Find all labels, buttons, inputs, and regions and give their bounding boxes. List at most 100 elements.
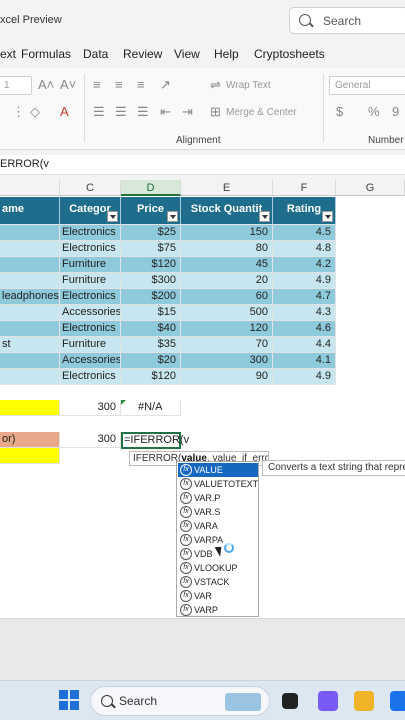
number-format-box[interactable]: General <box>329 76 405 95</box>
cell-rating[interactable]: 4.2 <box>273 257 336 273</box>
cell-category[interactable]: Electronics <box>60 289 121 305</box>
cell-highlight-yellow[interactable] <box>0 400 60 416</box>
cell-category[interactable]: Furniture <box>60 257 121 273</box>
menu-cryptosheets[interactable]: Cryptosheets <box>254 47 325 61</box>
autocomplete-item[interactable]: fx VALUETOTEXT <box>178 477 258 491</box>
autocomplete-item[interactable]: fx VAR.P <box>178 491 258 505</box>
cell-price[interactable]: $300 <box>121 273 181 289</box>
menu-data[interactable]: Data <box>83 47 108 61</box>
cell-stock[interactable]: 90 <box>181 369 273 385</box>
cell-name[interactable] <box>0 321 60 337</box>
align-middle-icon[interactable]: ≡ <box>115 77 123 92</box>
autocomplete-item[interactable]: fx VAR.S <box>178 505 258 519</box>
search-box[interactable]: Search <box>289 7 405 34</box>
cell-stock[interactable]: 60 <box>181 289 273 305</box>
cell-price[interactable]: $25 <box>121 225 181 241</box>
column-header-f[interactable]: F <box>273 180 336 196</box>
cell-value[interactable]: 300 <box>60 432 121 448</box>
menu-formulas[interactable]: Formulas <box>21 47 71 61</box>
autocomplete-item[interactable]: fx VALUE <box>178 463 258 477</box>
cell-rating[interactable]: 4.9 <box>273 369 336 385</box>
cell-rating[interactable]: 4.6 <box>273 321 336 337</box>
cell-name[interactable]: st <box>0 337 60 353</box>
cell-name[interactable] <box>0 225 60 241</box>
cell-category[interactable]: Electronics <box>60 241 121 257</box>
column-header-c[interactable]: C <box>60 180 121 196</box>
cell-stock[interactable]: 120 <box>181 321 273 337</box>
column-header-d[interactable]: D <box>121 180 181 196</box>
increase-indent-icon[interactable]: ⇥ <box>182 104 193 120</box>
cell-rating[interactable]: 4.5 <box>273 225 336 241</box>
cell-rating[interactable]: 4.9 <box>273 273 336 289</box>
cell-value[interactable]: 300 <box>60 400 121 416</box>
cell-highlight-orange[interactable]: or) <box>0 432 60 448</box>
cell-category[interactable]: Electronics <box>60 369 121 385</box>
cell-price[interactable]: $15 <box>121 305 181 321</box>
autocomplete-item[interactable]: fx VSTACK <box>178 575 258 589</box>
cell-stock[interactable]: 80 <box>181 241 273 257</box>
align-top-icon[interactable]: ≡ <box>93 77 101 92</box>
cell-stock[interactable]: 70 <box>181 337 273 353</box>
autocomplete-item[interactable]: fx VARP <box>178 603 258 617</box>
menu-view[interactable]: View <box>174 47 200 61</box>
edge-icon[interactable] <box>390 691 405 711</box>
cell-category[interactable]: Furniture <box>60 337 121 353</box>
cell-category[interactable]: Electronics <box>60 321 121 337</box>
menu-review[interactable]: Review <box>123 47 162 61</box>
merge-center-button[interactable]: Merge & Center <box>226 107 297 118</box>
column-header-e[interactable]: E <box>181 180 273 196</box>
decrease-font-icon[interactable]: A˅ <box>60 77 76 92</box>
cell-price[interactable]: $20 <box>121 353 181 369</box>
align-left-icon[interactable]: ☰ <box>93 104 105 120</box>
formula-bar[interactable]: ERROR(v <box>0 155 405 175</box>
table-header-rating[interactable]: Rating <box>273 197 336 225</box>
cell-stock[interactable]: 300 <box>181 353 273 369</box>
cell-na[interactable]: #N/A <box>121 400 181 416</box>
cell-name[interactable] <box>0 369 60 385</box>
menu-help[interactable]: Help <box>214 47 239 61</box>
task-view-icon[interactable] <box>282 693 298 709</box>
cell-highlight-yellow[interactable] <box>0 448 60 464</box>
cell-rating[interactable]: 4.1 <box>273 353 336 369</box>
cell-price[interactable]: $120 <box>121 257 181 273</box>
table-header-category[interactable]: Categor <box>60 197 121 225</box>
cell-category[interactable]: Furniture <box>60 273 121 289</box>
cell-category[interactable]: Electronics <box>60 225 121 241</box>
filter-dropdown-icon[interactable] <box>259 211 270 222</box>
comma-icon[interactable]: 9 <box>392 104 399 119</box>
menu-text[interactable]: ext <box>0 47 16 61</box>
cell-price[interactable]: $75 <box>121 241 181 257</box>
cell-stock[interactable]: 500 <box>181 305 273 321</box>
table-header-price[interactable]: Price <box>121 197 181 225</box>
currency-icon[interactable]: $ <box>336 104 343 119</box>
decrease-indent-icon[interactable]: ⇤ <box>160 104 171 120</box>
filter-dropdown-icon[interactable] <box>107 211 118 222</box>
cell-category[interactable]: Accessories <box>60 305 121 321</box>
increase-font-icon[interactable]: A˄ <box>38 77 54 92</box>
autocomplete-list[interactable]: fx VALUE fx VALUETOTEXT fx VAR.P fx VAR.S fx VARA… <box>176 461 259 617</box>
cell-name[interactable] <box>0 353 60 369</box>
cell-price[interactable]: $35 <box>121 337 181 353</box>
cell-rating[interactable]: 4.4 <box>273 337 336 353</box>
cell-stock[interactable]: 150 <box>181 225 273 241</box>
table-header-stock[interactable]: Stock Quantit <box>181 197 273 225</box>
fill-color-icon[interactable]: ◇ <box>30 104 40 120</box>
cell-price[interactable]: $200 <box>121 289 181 305</box>
copilot-icon[interactable] <box>318 691 338 711</box>
filter-dropdown-icon[interactable] <box>322 211 333 222</box>
cell-stock[interactable]: 45 <box>181 257 273 273</box>
align-right-icon[interactable]: ☰ <box>137 104 149 120</box>
wrap-text-button[interactable]: Wrap Text <box>226 80 271 91</box>
cell-rating[interactable]: 4.3 <box>273 305 336 321</box>
cell-name[interactable] <box>0 241 60 257</box>
cell-name[interactable] <box>0 257 60 273</box>
align-center-icon[interactable]: ☰ <box>115 104 127 120</box>
font-color-icon[interactable]: A <box>60 104 69 119</box>
cell-name[interactable] <box>0 273 60 289</box>
font-size-box[interactable]: 1 <box>0 76 32 95</box>
windows-start-icon[interactable] <box>59 690 79 710</box>
cell-price[interactable]: $120 <box>121 369 181 385</box>
file-explorer-icon[interactable] <box>354 691 374 711</box>
autocomplete-item[interactable]: fx VARA <box>178 519 258 533</box>
cell-name[interactable]: leadphones <box>0 289 60 305</box>
